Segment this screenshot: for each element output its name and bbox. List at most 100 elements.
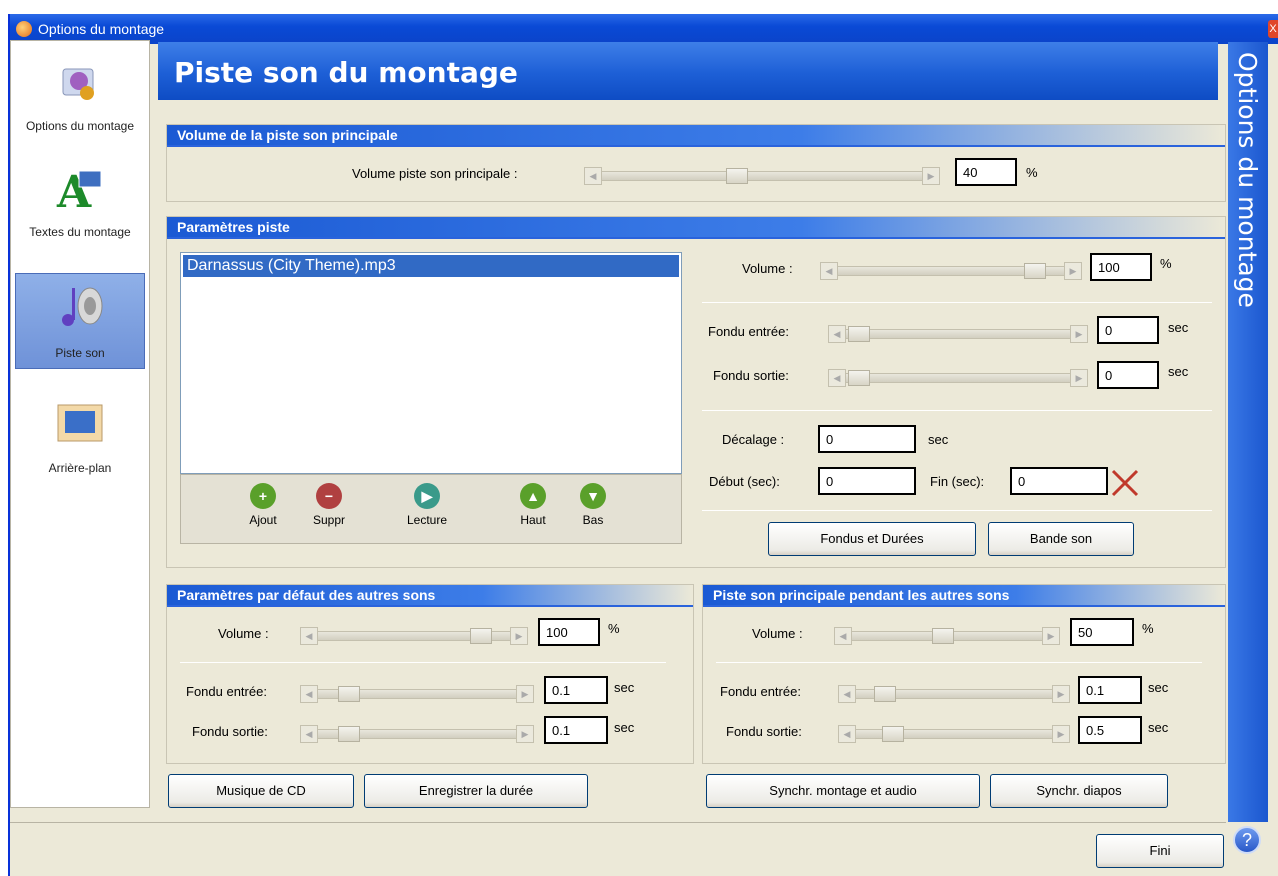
cd-music-button[interactable]: Musique de CD (168, 774, 354, 808)
track-volume-slider[interactable]: ◀ ▶ (820, 262, 1082, 280)
default-fade-in-label: Fondu entrée: (186, 684, 267, 699)
default-volume-input[interactable]: 100 (538, 618, 600, 646)
sidebar-item-montage-texts[interactable]: A Textes du montage (15, 155, 145, 251)
clear-times-icon[interactable] (1110, 468, 1140, 498)
slider-left-arrow[interactable]: ◀ (820, 262, 838, 280)
during-fade-out-label: Fondu sortie: (726, 724, 802, 739)
sidebar-item-montage-options[interactable]: Options du montage (15, 49, 145, 145)
divider (702, 410, 1212, 411)
slider-right-arrow[interactable]: ▶ (516, 685, 534, 703)
list-item[interactable]: Darnassus (City Theme).mp3 (183, 255, 679, 277)
slider-thumb[interactable] (932, 628, 954, 644)
sync-show-audio-button[interactable]: Synchr. montage et audio (706, 774, 980, 808)
default-volume-slider[interactable]: ◀ ▶ (300, 627, 528, 645)
slider-left-arrow[interactable]: ◀ (838, 725, 856, 743)
main-volume-unit: % (1026, 165, 1038, 180)
move-up-button[interactable]: ▲ Haut (503, 483, 563, 527)
sidebar-item-background[interactable]: Arrière-plan (15, 391, 145, 487)
track-file-list[interactable]: Darnassus (City Theme).mp3 (180, 252, 682, 474)
sidebar-item-label: Arrière-plan (48, 461, 112, 475)
fade-in-label: Fondu entrée: (708, 324, 789, 339)
down-label: Bas (582, 513, 604, 527)
fade-out-input[interactable]: 0 (1097, 361, 1159, 389)
during-fade-in-input[interactable]: 0.1 (1078, 676, 1142, 704)
fade-out-unit: sec (1168, 364, 1189, 379)
start-label: Début (sec): (709, 474, 780, 489)
fade-in-slider[interactable]: ◀ ▶ (828, 325, 1088, 343)
slider-left-arrow[interactable]: ◀ (584, 167, 602, 185)
title-bar[interactable]: Options du montage X (10, 14, 1278, 44)
during-fade-out-slider[interactable]: ◀ ▶ (838, 725, 1070, 743)
slider-left-arrow[interactable]: ◀ (300, 725, 318, 743)
fade-out-slider[interactable]: ◀ ▶ (828, 369, 1088, 387)
background-image-icon (57, 404, 103, 442)
add-label: Ajout (249, 513, 277, 527)
default-fade-in-input[interactable]: 0.1 (544, 676, 608, 704)
help-icon[interactable]: ? (1233, 826, 1261, 854)
during-fade-in-slider[interactable]: ◀ ▶ (838, 685, 1070, 703)
slider-right-arrow[interactable]: ▶ (1052, 685, 1070, 703)
slider-thumb[interactable] (338, 686, 360, 702)
slider-right-arrow[interactable]: ▶ (922, 167, 940, 185)
slider-left-arrow[interactable]: ◀ (838, 685, 856, 703)
slider-right-arrow[interactable]: ▶ (1070, 369, 1088, 387)
divider (716, 662, 1202, 663)
sidebar-item-soundtrack[interactable]: Piste son (15, 273, 145, 369)
close-button[interactable]: X (1268, 20, 1278, 38)
slider-thumb[interactable] (338, 726, 360, 742)
slider-right-arrow[interactable]: ▶ (1042, 627, 1060, 645)
during-volume-slider[interactable]: ◀ ▶ (834, 627, 1060, 645)
during-fade-out-input[interactable]: 0.5 (1078, 716, 1142, 744)
default-fade-out-input[interactable]: 0.1 (544, 716, 608, 744)
main-volume-slider[interactable]: ◀ ▶ (584, 167, 940, 185)
slider-thumb[interactable] (848, 370, 870, 386)
track-volume-input[interactable]: 100 (1090, 253, 1152, 281)
end-input[interactable]: 0 (1010, 467, 1108, 495)
slider-right-arrow[interactable]: ▶ (516, 725, 534, 743)
fade-in-input[interactable]: 0 (1097, 316, 1159, 344)
offset-input[interactable]: 0 (818, 425, 916, 453)
divider (10, 822, 1226, 823)
slider-thumb[interactable] (1024, 263, 1046, 279)
slider-thumb[interactable] (726, 168, 748, 184)
main-volume-group: Volume de la piste son principale (166, 124, 1226, 202)
montage-options-icon (62, 68, 94, 100)
slider-right-arrow[interactable]: ▶ (510, 627, 528, 645)
default-fade-in-slider[interactable]: ◀ ▶ (300, 685, 534, 703)
track-volume-unit: % (1160, 256, 1172, 271)
slider-thumb[interactable] (882, 726, 904, 742)
slider-left-arrow[interactable]: ◀ (834, 627, 852, 645)
play-button[interactable]: ▶ Lecture (397, 483, 457, 527)
sidebar: Options du montage A Textes du montage P… (10, 40, 150, 808)
add-button[interactable]: + Ajout (233, 483, 293, 527)
slider-left-arrow[interactable]: ◀ (828, 369, 846, 387)
slider-left-arrow[interactable]: ◀ (828, 325, 846, 343)
slider-right-arrow[interactable]: ▶ (1052, 725, 1070, 743)
track-params-heading: Paramètres piste (167, 217, 1225, 239)
soundtrack-button[interactable]: Bande son (988, 522, 1134, 556)
default-fade-out-slider[interactable]: ◀ ▶ (300, 725, 534, 743)
up-label: Haut (520, 513, 546, 527)
during-fade-in-label: Fondu entrée: (720, 684, 801, 699)
done-button[interactable]: Fini (1096, 834, 1224, 868)
slider-right-arrow[interactable]: ▶ (1064, 262, 1082, 280)
default-volume-label: Volume : (218, 626, 269, 641)
during-fade-in-unit: sec (1148, 680, 1169, 695)
slider-thumb[interactable] (848, 326, 870, 342)
offset-label: Décalage : (722, 432, 785, 447)
during-volume-input[interactable]: 50 (1070, 618, 1134, 646)
move-down-button[interactable]: ▼ Bas (563, 483, 623, 527)
slider-thumb[interactable] (470, 628, 492, 644)
remove-button[interactable]: − Suppr (299, 483, 359, 527)
slider-left-arrow[interactable]: ◀ (300, 627, 318, 645)
end-label: Fin (sec): (930, 474, 985, 489)
fades-durations-button[interactable]: Fondus et Durées (768, 522, 976, 556)
slider-thumb[interactable] (874, 686, 896, 702)
slider-right-arrow[interactable]: ▶ (1070, 325, 1088, 343)
start-input[interactable]: 0 (818, 467, 916, 495)
sync-slides-button[interactable]: Synchr. diapos (990, 774, 1168, 808)
record-duration-button[interactable]: Enregistrer la durée (364, 774, 588, 808)
play-label: Lecture (406, 513, 448, 527)
main-volume-input[interactable]: 40 (955, 158, 1017, 186)
slider-left-arrow[interactable]: ◀ (300, 685, 318, 703)
